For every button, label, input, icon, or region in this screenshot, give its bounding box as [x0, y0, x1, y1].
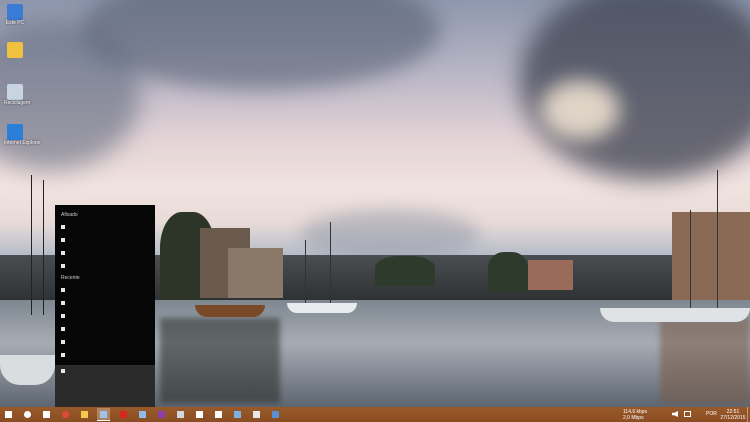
store-button[interactable]	[193, 408, 206, 421]
pinned-section-label: Afixado	[61, 212, 78, 218]
network-icon[interactable]	[684, 411, 691, 417]
user-folder-icon	[7, 42, 23, 58]
recent-section-label: Recente	[61, 275, 80, 281]
this-pc-icon	[7, 4, 23, 20]
chrome-icon	[62, 411, 69, 418]
pinned-item[interactable]	[61, 238, 65, 242]
pinned-item[interactable]	[61, 264, 65, 268]
app-button-13[interactable]	[250, 408, 263, 421]
active-app-button[interactable]	[97, 408, 110, 421]
windows-logo-icon	[5, 411, 12, 418]
acrobat-button[interactable]	[117, 408, 130, 421]
store-icon	[196, 411, 203, 418]
recycle-bin-icon	[7, 84, 23, 100]
start-menu-footer	[55, 365, 155, 407]
app-button-14[interactable]	[269, 408, 282, 421]
onenote-icon	[158, 411, 165, 418]
mail-button[interactable]	[212, 408, 225, 421]
recent-item[interactable]	[61, 314, 65, 318]
folder-icon	[81, 411, 88, 418]
taskbar: 114,6 kbps 2,0 Mbps POR 22:51 27/12/2015	[0, 407, 750, 422]
camera-icon	[253, 411, 260, 418]
app-button-9[interactable]	[174, 408, 187, 421]
language-indicator[interactable]: POR	[706, 411, 717, 417]
recent-item[interactable]	[61, 301, 65, 305]
clock[interactable]: 22:51 27/12/2015	[720, 408, 746, 421]
internet-explorer-icon	[7, 124, 23, 140]
pinned-item[interactable]	[61, 225, 65, 229]
chrome-button[interactable]	[59, 408, 72, 421]
desktop-icon[interactable]: Este PC	[4, 4, 26, 26]
task-view-icon	[43, 411, 50, 418]
file-explorer-button[interactable]	[78, 408, 91, 421]
task-view-button[interactable]	[40, 408, 53, 421]
volume-icon[interactable]	[672, 411, 678, 417]
app-button-7[interactable]	[136, 408, 149, 421]
start-button[interactable]	[2, 408, 15, 421]
settings-item[interactable]	[61, 369, 65, 373]
desktop-icon-label: Reciclagem	[4, 100, 31, 106]
window-icon	[100, 411, 107, 418]
search-button[interactable]	[21, 408, 34, 421]
desktop-icon[interactable]: Internet Explorer	[4, 124, 41, 146]
download-speed: 2,0 Mbps	[623, 415, 644, 421]
search-icon	[24, 411, 31, 418]
recent-item[interactable]	[61, 288, 65, 292]
start-menu: Afixado Recente	[55, 205, 155, 407]
desktop-icon-label: Internet Explorer	[4, 140, 41, 146]
recent-item[interactable]	[61, 327, 65, 331]
clock-date: 27/12/2015	[720, 415, 746, 421]
pinned-item[interactable]	[61, 251, 65, 255]
desktop-icon-label: Este PC	[5, 20, 25, 26]
mail-icon	[215, 411, 222, 418]
app-button-12[interactable]	[231, 408, 244, 421]
document-icon	[272, 411, 279, 418]
desktop-icon[interactable]	[4, 42, 26, 58]
desktop-icon[interactable]: Reciclagem	[4, 84, 31, 106]
recent-item[interactable]	[61, 353, 65, 357]
recent-item[interactable]	[61, 340, 65, 344]
network-speed[interactable]: 114,6 kbps 2,0 Mbps	[623, 408, 647, 421]
acrobat-icon	[120, 411, 127, 418]
remote-desktop-icon	[177, 411, 184, 418]
window-icon	[234, 411, 241, 418]
monitor-icon	[139, 411, 146, 418]
onenote-button[interactable]	[155, 408, 168, 421]
